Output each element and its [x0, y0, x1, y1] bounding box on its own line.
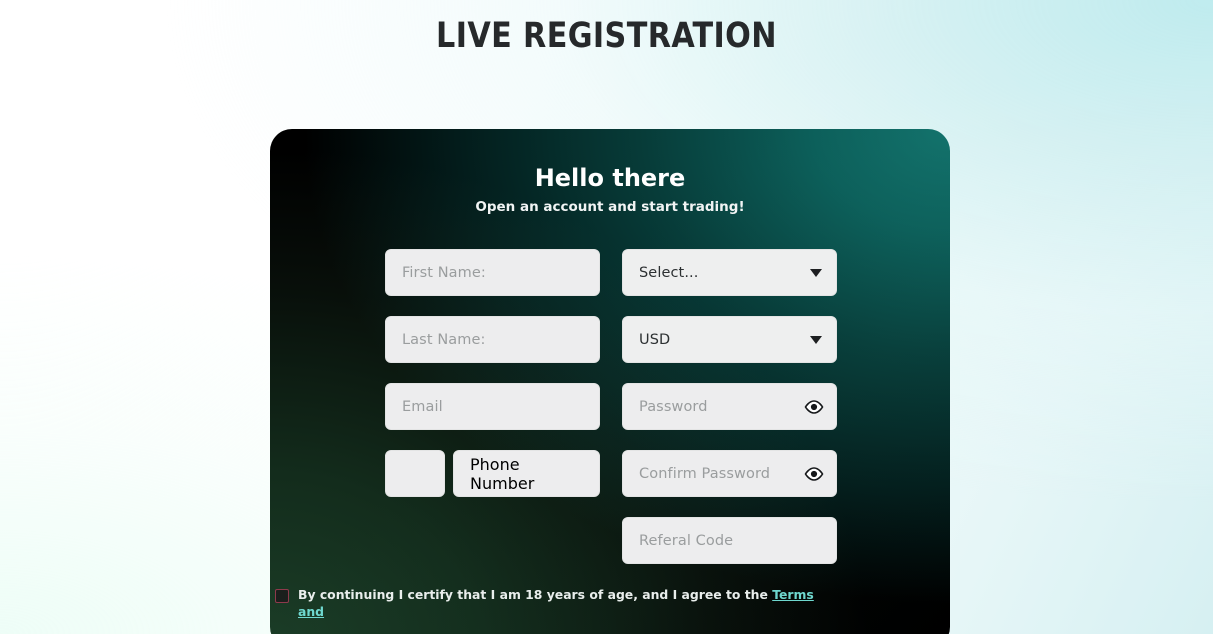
page-title: LIVE REGISTRATION [436, 16, 777, 56]
terms-checkbox[interactable] [275, 589, 289, 603]
form-row-3: Email Password [385, 383, 837, 430]
terms-text: By continuing I certify that I am 18 yea… [298, 586, 835, 620]
eye-icon[interactable] [804, 466, 824, 482]
last-name-placeholder: Last Name: [402, 331, 486, 348]
card-heading: Hello there [534, 164, 686, 192]
password-field-wrapper: Password [622, 383, 837, 430]
referral-code-placeholder: Referal Code [639, 532, 734, 549]
phone-number-input[interactable]: Phone Number [453, 450, 600, 497]
confirm-password-field-wrapper: Confirm Password [622, 450, 837, 497]
country-select[interactable]: Select... [622, 249, 837, 296]
country-select-value: Select... [639, 264, 699, 281]
terms-text-before: By continuing I certify that I am 18 yea… [298, 587, 773, 602]
referral-code-field-wrapper: Referal Code [622, 517, 837, 564]
first-name-input[interactable]: First Name: [385, 249, 600, 296]
password-placeholder: Password [639, 398, 708, 415]
phone-field-wrapper: Phone Number [385, 450, 600, 497]
confirm-password-input[interactable]: Confirm Password [622, 450, 837, 497]
terms-row: By continuing I certify that I am 18 yea… [275, 586, 835, 620]
chevron-down-icon [810, 335, 822, 344]
registration-form: First Name: Select... Last Name: USD Ema… [275, 249, 837, 620]
form-row-5: Referal Code [385, 517, 837, 564]
chevron-down-icon [810, 268, 822, 277]
email-placeholder: Email [402, 398, 443, 415]
email-input[interactable]: Email [385, 383, 600, 430]
email-field-wrapper: Email [385, 383, 600, 430]
phone-group: Phone Number [385, 450, 600, 497]
currency-select-value: USD [639, 331, 671, 348]
last-name-field-wrapper: Last Name: [385, 316, 600, 363]
country-code-input[interactable] [385, 450, 445, 497]
currency-select[interactable]: USD [622, 316, 837, 363]
form-row-4: Phone Number Confirm Password [385, 450, 837, 497]
password-input[interactable]: Password [622, 383, 837, 430]
currency-select-wrapper: USD [622, 316, 837, 363]
form-row-1: First Name: Select... [385, 249, 837, 296]
first-name-placeholder: First Name: [402, 264, 486, 281]
first-name-field-wrapper: First Name: [385, 249, 600, 296]
last-name-input[interactable]: Last Name: [385, 316, 600, 363]
card-subheading: Open an account and start trading! [475, 199, 745, 215]
country-select-wrapper: Select... [622, 249, 837, 296]
phone-number-placeholder: Phone Number [470, 454, 535, 493]
form-row-2: Last Name: USD [385, 316, 837, 363]
eye-icon[interactable] [804, 399, 824, 415]
confirm-password-placeholder: Confirm Password [639, 465, 771, 482]
registration-card: Hello there Open an account and start tr… [270, 129, 950, 634]
referral-code-input[interactable]: Referal Code [622, 517, 837, 564]
